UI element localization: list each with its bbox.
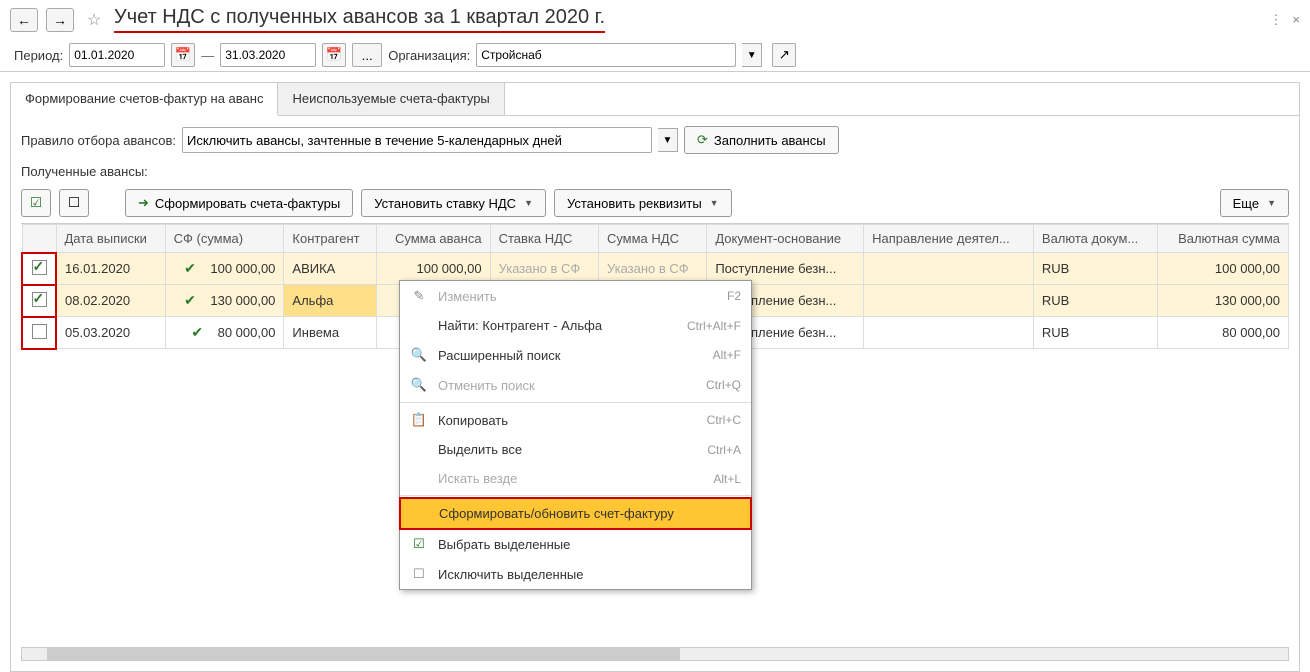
- calendar-icon[interactable]: 📅: [322, 43, 346, 67]
- nav-forward-button[interactable]: →: [46, 8, 74, 32]
- row-checkbox[interactable]: [22, 253, 56, 285]
- rules-label: Правило отбора авансов:: [21, 133, 176, 148]
- deselect-all-button[interactable]: ☐: [59, 189, 89, 217]
- organization-input[interactable]: [476, 43, 736, 67]
- col-vat-rate[interactable]: Ставка НДС: [490, 225, 598, 253]
- col-direction[interactable]: Направление деятел...: [864, 225, 1034, 253]
- calendar-icon[interactable]: 📅: [171, 43, 195, 67]
- context-menu: ✎ИзменитьF2 Найти: Контрагент - АльфаCtr…: [399, 280, 752, 590]
- fill-advances-button[interactable]: ⟳Заполнить авансы: [684, 126, 839, 154]
- col-curr-sum[interactable]: Валютная сумма: [1158, 225, 1289, 253]
- cell-counterparty: Инвема: [284, 317, 376, 349]
- col-doc[interactable]: Документ-основание: [707, 225, 864, 253]
- cell-currency: RUB: [1033, 317, 1157, 349]
- menu-search-everywhere: Искать вездеAlt+L: [400, 464, 751, 493]
- arrow-right-icon: ➜: [138, 195, 149, 211]
- cell-sf-sum: ✔ 100 000,00: [165, 253, 284, 285]
- col-advance[interactable]: Сумма аванса: [376, 225, 490, 253]
- cell-curr-sum: 80 000,00: [1158, 317, 1289, 349]
- pencil-icon: ✎: [410, 288, 428, 304]
- cell-curr-sum: 100 000,00: [1158, 253, 1289, 285]
- tab-unused-invoices[interactable]: Неиспользуемые счета-фактуры: [278, 83, 504, 115]
- cell-currency: RUB: [1033, 285, 1157, 317]
- uncheck-icon: ☐: [410, 566, 428, 582]
- menu-select-highlighted[interactable]: ☑Выбрать выделенные: [400, 529, 751, 559]
- page-title: Учет НДС с полученных авансов за 1 кварт…: [114, 6, 605, 33]
- checkbox-column: [22, 225, 56, 253]
- menu-select-all[interactable]: Выделить всеCtrl+A: [400, 435, 751, 464]
- cell-date: 16.01.2020: [56, 253, 165, 285]
- menu-copy[interactable]: 📋КопироватьCtrl+C: [400, 405, 751, 435]
- cell-sf-sum: ✔ 130 000,00: [165, 285, 284, 317]
- cell-direction: [864, 317, 1034, 349]
- cell-direction: [864, 253, 1034, 285]
- menu-exclude-highlighted[interactable]: ☐Исключить выделенные: [400, 559, 751, 589]
- menu-cancel-search: 🔍Отменить поискCtrl+Q: [400, 370, 751, 400]
- menu-edit: ✎ИзменитьF2: [400, 281, 751, 311]
- horizontal-scrollbar[interactable]: [21, 647, 1289, 661]
- org-label: Организация:: [388, 48, 470, 63]
- row-checkbox[interactable]: [22, 285, 56, 317]
- cell-curr-sum: 130 000,00: [1158, 285, 1289, 317]
- menu-form-update-invoice[interactable]: Сформировать/обновить счет-фактуру: [399, 497, 752, 530]
- date-to-input[interactable]: [220, 43, 316, 67]
- check-icon: ☑: [410, 536, 428, 552]
- close-icon[interactable]: ×: [1292, 12, 1300, 28]
- cell-counterparty: АВИКА: [284, 253, 376, 285]
- cell-currency: RUB: [1033, 253, 1157, 285]
- cell-date: 05.03.2020: [56, 317, 165, 349]
- cancel-search-icon: 🔍: [410, 377, 428, 393]
- open-org-button[interactable]: ↗: [772, 43, 796, 67]
- rules-select[interactable]: [182, 127, 652, 153]
- favorite-icon[interactable]: ☆: [82, 8, 106, 32]
- menu-find[interactable]: Найти: Контрагент - АльфаCtrl+Alt+F: [400, 311, 751, 340]
- col-date[interactable]: Дата выписки: [56, 225, 165, 253]
- form-invoices-button[interactable]: ➜Сформировать счета-фактуры: [125, 189, 353, 217]
- cell-counterparty: Альфа: [284, 285, 376, 317]
- more-button[interactable]: Еще▼: [1220, 189, 1289, 217]
- menu-advanced-search[interactable]: 🔍Расширенный поискAlt+F: [400, 340, 751, 370]
- col-vat-sum[interactable]: Сумма НДС: [598, 225, 706, 253]
- col-sf-sum[interactable]: СФ (сумма): [165, 225, 284, 253]
- cell-sf-sum: ✔ 80 000,00: [165, 317, 284, 349]
- dropdown-icon[interactable]: ▼: [742, 43, 762, 67]
- col-currency[interactable]: Валюта докум...: [1033, 225, 1157, 253]
- period-label: Период:: [14, 48, 63, 63]
- row-checkbox[interactable]: [22, 317, 56, 349]
- cell-date: 08.02.2020: [56, 285, 165, 317]
- copy-icon: 📋: [410, 412, 428, 428]
- refresh-icon: ⟳: [697, 132, 708, 148]
- set-vat-rate-button[interactable]: Установить ставку НДС▼: [361, 189, 546, 217]
- cell-direction: [864, 285, 1034, 317]
- set-requisites-button[interactable]: Установить реквизиты▼: [554, 189, 732, 217]
- nav-back-button[interactable]: ←: [10, 8, 38, 32]
- more-icon[interactable]: ⋮: [1269, 12, 1282, 28]
- tab-form-invoices[interactable]: Формирование счетов-фактур на аванс: [11, 83, 278, 116]
- date-from-input[interactable]: [69, 43, 165, 67]
- received-label: Полученные авансы:: [11, 160, 1299, 183]
- dropdown-icon[interactable]: ▼: [658, 128, 678, 152]
- period-picker-button[interactable]: ...: [352, 43, 382, 67]
- col-counterparty[interactable]: Контрагент: [284, 225, 376, 253]
- select-all-button[interactable]: ☑: [21, 189, 51, 217]
- search-icon: 🔍: [410, 347, 428, 363]
- date-separator: —: [201, 48, 214, 63]
